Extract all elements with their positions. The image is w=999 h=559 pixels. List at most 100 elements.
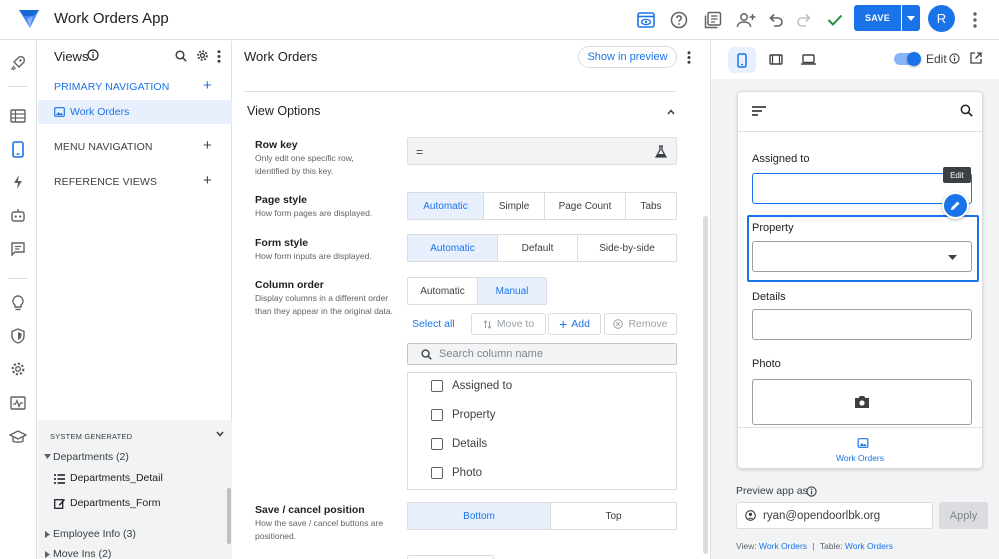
assigned-to-input[interactable] — [752, 173, 972, 204]
section-menu-navigation[interactable]: MENU NAVIGATION — [54, 141, 153, 153]
section-primary-navigation[interactable]: PRIMARY NAVIGATION — [54, 81, 169, 93]
system-generated-label[interactable]: SYSTEM GENERATED — [50, 432, 132, 441]
form-style-default[interactable]: Default — [498, 235, 578, 261]
tree-group-departments[interactable]: Departments (2) — [53, 451, 129, 463]
caret-down-icon[interactable] — [44, 454, 51, 459]
section-reference-views[interactable]: REFERENCE VIEWS — [54, 176, 157, 188]
column-order-manual[interactable]: Manual — [478, 278, 546, 304]
column-search-input[interactable]: Search column name — [407, 343, 677, 365]
desktop-device-icon[interactable] — [801, 54, 816, 65]
save-button[interactable]: SAVE — [854, 5, 901, 31]
more-vert-icon[interactable] — [217, 50, 221, 63]
add-reference-view-button[interactable]: + — [203, 172, 212, 189]
view-item-work-orders[interactable]: Work Orders — [38, 100, 232, 124]
show-in-preview-button[interactable]: Show in preview — [578, 46, 677, 68]
monitor-icon[interactable] — [8, 393, 28, 413]
edit-toggle[interactable] — [894, 52, 921, 66]
data-table-icon[interactable] — [8, 106, 28, 126]
footer-table-link[interactable]: Work Orders — [845, 541, 893, 551]
checkbox[interactable] — [431, 438, 443, 450]
more-vert-icon[interactable] — [963, 8, 987, 32]
form-style-title: Form style — [255, 237, 309, 249]
save-cancel-bottom[interactable]: Bottom — [408, 503, 551, 529]
automation-bolt-icon[interactable] — [8, 172, 28, 192]
library-icon[interactable] — [701, 8, 725, 32]
page-style-page-count[interactable]: Page Count — [545, 193, 626, 219]
checkbox[interactable] — [431, 380, 443, 392]
page-style-automatic[interactable]: Automatic — [408, 193, 484, 219]
form-style-automatic[interactable]: Automatic — [408, 235, 498, 261]
column-row-property[interactable]: Property — [431, 409, 495, 421]
preview-as-email-input[interactable]: ryan@opendoorlbk.org — [736, 502, 933, 529]
view-options-header[interactable]: View Options — [247, 104, 320, 118]
column-row-assigned-to[interactable]: Assigned to — [431, 380, 512, 392]
mobile-device-icon[interactable] — [728, 47, 756, 73]
caret-right-icon[interactable] — [45, 551, 50, 558]
rocket-icon[interactable] — [8, 53, 28, 73]
remove-circle-icon — [613, 319, 624, 329]
share-user-icon[interactable] — [734, 8, 758, 32]
form-style-side-by-side[interactable]: Side-by-side — [578, 235, 676, 261]
add-primary-view-button[interactable]: + — [203, 77, 212, 94]
bottom-tab-work-orders[interactable]: Work Orders — [738, 453, 982, 463]
checkbox[interactable] — [431, 467, 443, 479]
chevron-down-icon[interactable] — [216, 431, 224, 437]
save-cancel-top[interactable]: Top — [551, 503, 676, 529]
apply-button[interactable]: Apply — [939, 502, 988, 529]
column-row-photo[interactable]: Photo — [431, 467, 482, 479]
page-style-simple[interactable]: Simple — [484, 193, 545, 219]
editor-scrollbar[interactable] — [703, 216, 708, 554]
column-row-details[interactable]: Details — [431, 438, 487, 450]
redo-icon[interactable] — [792, 8, 816, 32]
more-vert-icon[interactable] — [687, 51, 691, 64]
info-icon[interactable] — [87, 49, 99, 61]
remove-button[interactable]: Remove — [604, 313, 677, 335]
tree-item-departments-detail[interactable]: Departments_Detail — [70, 472, 163, 484]
preview-as-label: Preview app as — [736, 485, 808, 497]
chat-icon[interactable] — [8, 238, 28, 258]
search-icon[interactable] — [960, 104, 973, 117]
views-phone-icon[interactable] — [8, 139, 28, 159]
tree-item-departments-form[interactable]: Departments_Form — [70, 497, 160, 509]
gear-icon[interactable] — [196, 49, 209, 62]
sidebar-scrollbar[interactable] — [227, 488, 231, 544]
edit-pencil-icon[interactable] — [942, 192, 969, 219]
footer-separator: | — [812, 541, 815, 551]
learn-cap-icon[interactable] — [8, 427, 28, 447]
add-button[interactable]: + Add — [548, 313, 601, 335]
column-order-automatic[interactable]: Automatic — [408, 278, 478, 304]
footer-view-link[interactable]: Work Orders — [759, 541, 807, 551]
property-dropdown[interactable] — [752, 241, 972, 272]
tree-group-move-ins[interactable]: Move Ins (2) — [53, 548, 111, 559]
lightbulb-icon[interactable] — [8, 293, 28, 313]
user-avatar[interactable]: R — [928, 5, 955, 32]
photo-input[interactable] — [752, 379, 972, 425]
image-view-icon[interactable] — [857, 438, 869, 448]
preview-toggle-icon[interactable] — [634, 8, 658, 32]
save-options-dropdown[interactable] — [902, 5, 920, 31]
move-to-button[interactable]: Move to — [471, 313, 546, 335]
details-input[interactable] — [752, 309, 972, 340]
search-icon[interactable] — [175, 50, 187, 62]
checkbox[interactable] — [431, 409, 443, 421]
row-key-expression-field[interactable]: = — [407, 137, 677, 165]
add-menu-view-button[interactable]: + — [203, 137, 212, 154]
security-shield-icon[interactable] — [8, 326, 28, 346]
select-all-link[interactable]: Select all — [412, 318, 455, 330]
undo-icon[interactable] — [764, 8, 788, 32]
caret-right-icon[interactable] — [45, 531, 50, 538]
open-new-window-icon[interactable] — [970, 52, 982, 64]
column-label: Photo — [452, 467, 483, 479]
tree-group-employee-info[interactable]: Employee Info (3) — [53, 528, 136, 540]
hamburger-menu-icon[interactable] — [752, 106, 766, 116]
chevron-up-icon[interactable] — [667, 109, 675, 115]
page-style-tabs[interactable]: Tabs — [626, 193, 676, 219]
info-icon[interactable] — [806, 486, 817, 497]
settings-gear-icon[interactable] — [8, 359, 28, 379]
tablet-device-icon[interactable] — [769, 54, 783, 65]
appsheet-logo-icon[interactable] — [18, 9, 40, 29]
flask-icon[interactable] — [655, 145, 667, 158]
bot-icon[interactable] — [8, 205, 28, 225]
info-icon[interactable] — [949, 53, 960, 64]
help-icon[interactable] — [667, 8, 691, 32]
